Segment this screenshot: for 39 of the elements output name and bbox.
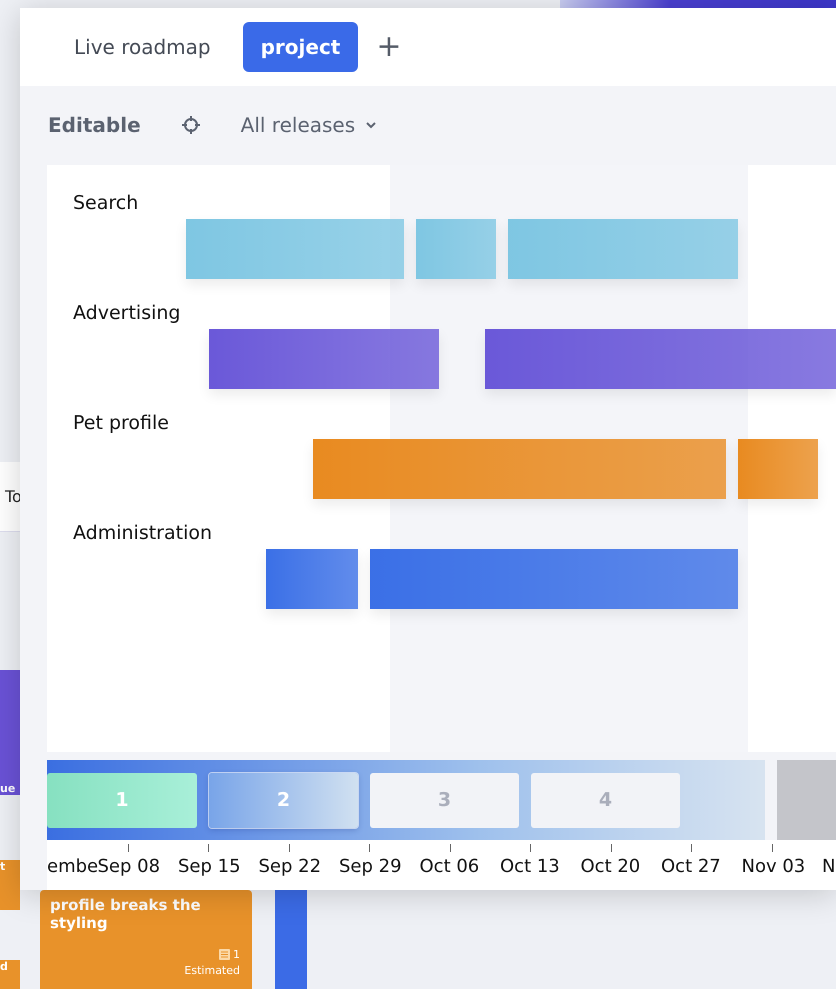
roadmap-bar[interactable] [186, 219, 404, 279]
roadmap-bar[interactable] [485, 329, 836, 389]
list-icon [219, 949, 230, 960]
roadmap-bar[interactable] [416, 219, 496, 279]
date-label: Sep 29 [339, 856, 402, 877]
date-label: Oct 27 [661, 856, 721, 877]
card-text: t [0, 860, 6, 873]
lane-label: Pet profile [73, 412, 169, 434]
lane-label: Advertising [73, 302, 180, 324]
chevron-down-icon [365, 121, 378, 130]
roadmap-bar[interactable] [266, 549, 358, 609]
card-text: d [0, 960, 8, 973]
date-label: Oct 13 [500, 856, 560, 877]
date-label: Sep 15 [178, 856, 241, 877]
add-tab-button[interactable]: + [372, 29, 406, 64]
card-title: profile breaks the styling [50, 896, 202, 932]
estimate-label: Estimated [184, 964, 240, 977]
tab[interactable]: Live roadmap [56, 22, 229, 72]
date-label: Oct 20 [580, 856, 640, 877]
release-filter-dropdown[interactable]: All releases [240, 113, 378, 138]
lane-label: Search [73, 192, 138, 214]
card-text: ue [0, 782, 16, 795]
roadmap-bar[interactable] [370, 549, 738, 609]
roadmap-bar[interactable] [313, 439, 726, 499]
roadmap-bar[interactable] [508, 219, 738, 279]
date-label: Nov 03 [742, 856, 806, 877]
roadmap-bar[interactable] [738, 439, 818, 499]
task-card[interactable]: profile breaks the styling 1 Estimated [40, 890, 252, 989]
tab[interactable]: project [242, 22, 358, 72]
lane-label: Administration [73, 522, 212, 544]
story-count: 1 [233, 948, 240, 961]
mode-label: Editable [48, 113, 141, 138]
crosshair-icon[interactable] [180, 115, 201, 136]
roadmap-bar[interactable] [209, 329, 439, 389]
date-label: Oct 06 [420, 856, 480, 877]
date-label: Sep 22 [258, 856, 322, 877]
date-label: Sep 08 [98, 856, 160, 877]
date-label: embe [47, 856, 98, 877]
date-label: N [822, 856, 836, 877]
